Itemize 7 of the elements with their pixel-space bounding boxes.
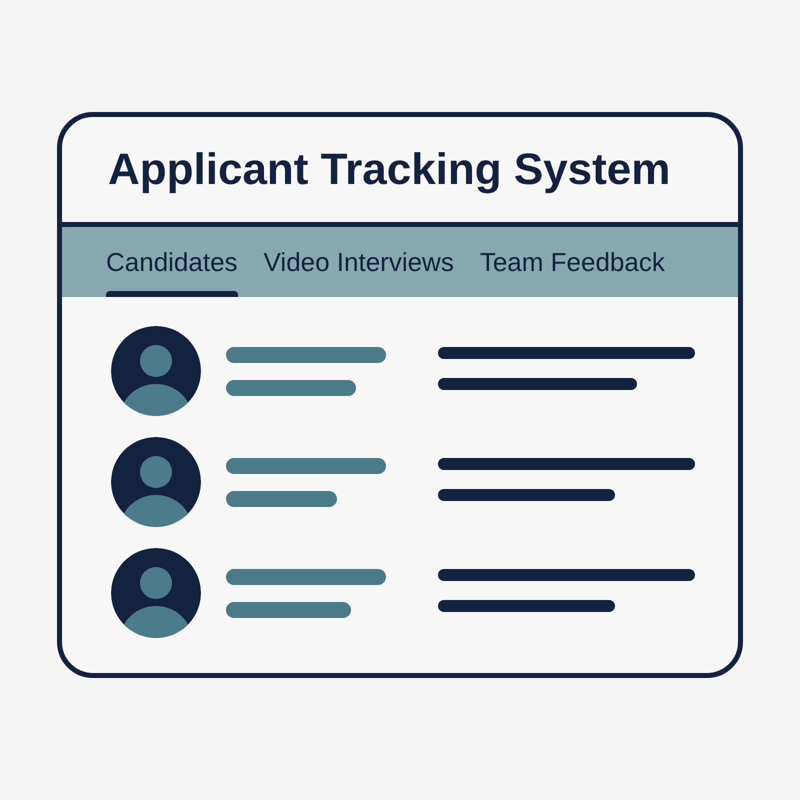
avatar-icon bbox=[111, 437, 201, 527]
tab[interactable]: Video Interviews bbox=[264, 227, 454, 297]
avatar-icon bbox=[111, 548, 201, 638]
window-title: Applicant Tracking System bbox=[108, 148, 670, 192]
tab[interactable]: Team Feedback bbox=[480, 227, 665, 297]
tab[interactable]: Candidates bbox=[106, 227, 238, 297]
avatar-icon bbox=[111, 326, 201, 416]
